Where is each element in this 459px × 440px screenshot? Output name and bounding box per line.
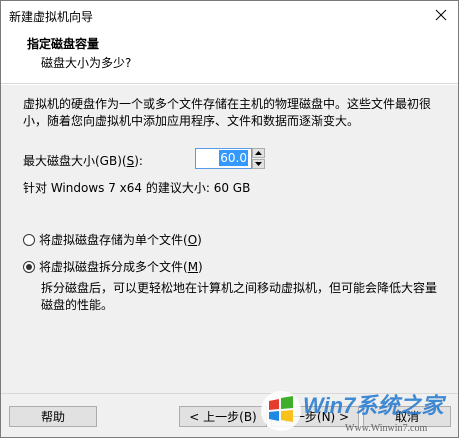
header-divider (1, 84, 458, 85)
recommended-size-text: 针对 Windows 7 x64 的建议大小: 60 GB (23, 181, 251, 195)
disk-size-value: 60.0 (219, 150, 248, 166)
increment-button[interactable] (252, 148, 265, 158)
close-button[interactable] (430, 4, 452, 26)
stepper-buttons (252, 148, 265, 169)
radio-split-files-label: 将虚拟磁盘拆分成多个文件(M) (39, 260, 203, 274)
radio-single-file[interactable]: 将虚拟磁盘存储为单个文件(O) (23, 231, 202, 248)
watermark-logo: Win7系统之家 Www.Winwin7.com (259, 379, 459, 437)
svg-text:Www.Winwin7.com: Www.Winwin7.com (345, 423, 427, 434)
radio-button-split[interactable] (23, 260, 35, 273)
radio-split-files[interactable]: 将虚拟磁盘拆分成多个文件(M) (23, 258, 203, 275)
radio-button-single[interactable] (23, 233, 35, 246)
svg-text:Win7系统之家: Win7系统之家 (303, 393, 446, 418)
help-button[interactable]: 帮助 (9, 406, 97, 427)
radio-selected-dot (26, 263, 32, 270)
disk-size-label: 最大磁盘大小(GB)(S): (23, 154, 143, 168)
radio-single-file-label: 将虚拟磁盘存储为单个文件(O) (39, 233, 202, 247)
disk-size-stepper[interactable]: 60.0 (195, 148, 267, 169)
page-subtitle: 磁盘大小为多少? (41, 56, 132, 70)
chevron-up-icon (255, 151, 262, 155)
page-title: 指定磁盘容量 (27, 37, 100, 51)
wizard-window: 新建虚拟机向导 指定磁盘容量 磁盘大小为多少? 虚拟机的硬盘作为一个或多个文件存… (0, 0, 459, 438)
windows-logo-icon: Win7系统之家 Www.Winwin7.com (261, 391, 446, 434)
close-icon (435, 9, 447, 21)
split-hint-text: 拆分磁盘后，可以更轻松地在计算机之间移动虚拟机，但可能会降低大容量磁盘的性能。 (41, 281, 438, 312)
title-bar[interactable]: 新建虚拟机向导 (1, 1, 458, 31)
chevron-down-icon (255, 162, 262, 166)
description-text: 虚拟机的硬盘作为一个或多个文件存储在主机的物理磁盘中。这些文件最初很小，随着您向… (23, 97, 432, 128)
window-title: 新建虚拟机向导 (9, 10, 94, 24)
disk-size-input[interactable]: 60.0 (195, 148, 252, 169)
decrement-button[interactable] (252, 159, 265, 169)
wizard-header: 指定磁盘容量 磁盘大小为多少? (1, 31, 458, 84)
back-button[interactable]: < 上一步(B) (179, 406, 267, 427)
